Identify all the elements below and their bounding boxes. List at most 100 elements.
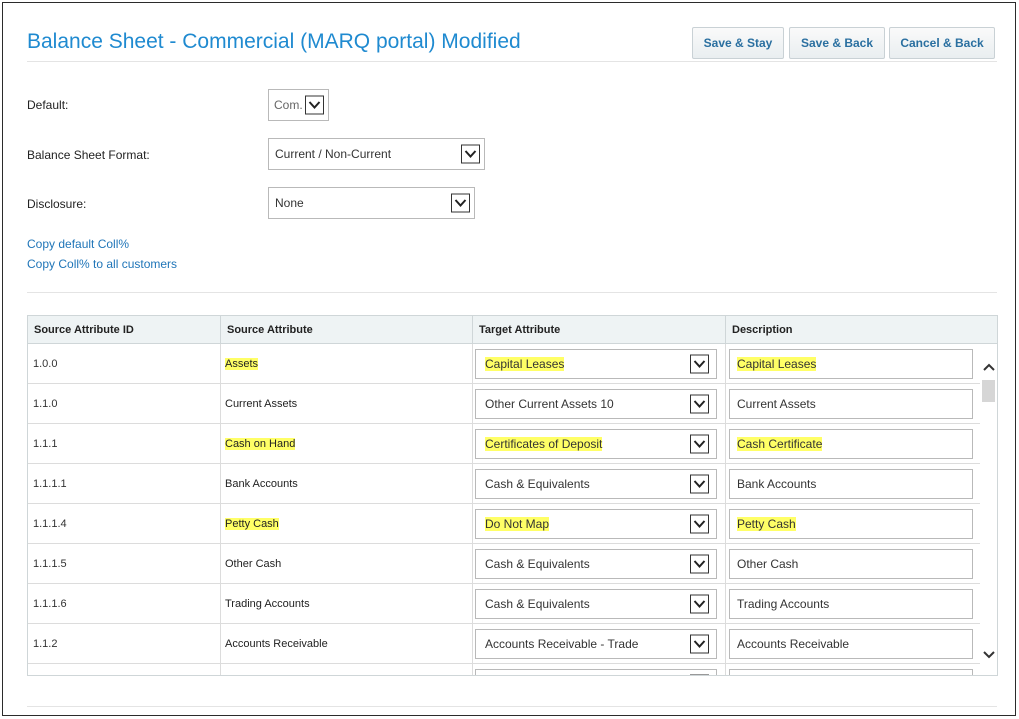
target-attribute-select[interactable]: Capital Leases [475, 349, 717, 379]
cell-source-attribute: Accounts Receivable [221, 624, 473, 664]
source-id-text: 1.1.1 [33, 438, 58, 450]
default-label: Default: [27, 98, 69, 112]
scroll-thumb[interactable] [982, 380, 995, 402]
target-attribute-select[interactable]: Other Current Assets 10 [475, 389, 717, 419]
cell-source-attribute: Other Cash [221, 544, 473, 584]
cell-description [726, 664, 980, 675]
table-row: 1.1.2 Accounts Receivable Accounts Receiva… [28, 624, 980, 664]
save-stay-button[interactable]: Save & Stay [692, 27, 784, 59]
source-id-text: 1.1.1.6 [33, 598, 67, 610]
target-attribute-select[interactable]: Cash & Equivalents [475, 589, 717, 619]
chevron-down-icon[interactable] [690, 394, 709, 414]
chevron-down-icon[interactable] [690, 434, 709, 454]
cell-description: Trading Accounts [726, 584, 980, 624]
chevron-down-icon[interactable] [690, 594, 709, 614]
column-header-target-attribute[interactable]: Target Attribute [473, 316, 726, 344]
chevron-down-icon[interactable] [690, 674, 709, 675]
cell-source-attribute: Cash on Hand [221, 424, 473, 464]
default-select[interactable]: Com. [268, 89, 329, 121]
save-back-button[interactable]: Save & Back [789, 27, 885, 59]
description-value: Trading Accounts [737, 597, 830, 611]
disclosure-select-value: None [275, 196, 304, 210]
chevron-down-icon[interactable] [690, 514, 709, 534]
description-input[interactable]: Current Assets [729, 389, 973, 419]
chevron-down-icon[interactable] [690, 634, 709, 654]
table-row: 1.1.1.5 Other Cash Cash & Equivalents Other… [28, 544, 980, 584]
chevron-up-icon[interactable] [981, 359, 996, 375]
disclosure-label: Disclosure: [27, 197, 87, 211]
source-id-text: 1.1.1.4 [33, 518, 67, 530]
column-header-description[interactable]: Description [726, 316, 997, 344]
source-attribute-text: Trading Accounts [225, 598, 310, 610]
cell-source-id: 1.1.1.5 [28, 544, 221, 584]
target-attribute-value: Cash & Equivalents [485, 557, 590, 571]
description-input[interactable]: Accounts Receivable [729, 629, 973, 659]
source-attribute-text: Petty Cash [225, 518, 279, 530]
cell-source-attribute: Assets [221, 344, 473, 384]
source-id-text: 1.1.2 [33, 638, 58, 650]
cell-target-attribute: Do Not Map [473, 504, 726, 544]
description-value: Capital Leases [737, 357, 817, 371]
description-input[interactable] [729, 669, 973, 675]
chevron-down-icon[interactable] [305, 95, 324, 115]
cell-source-id: 1.1.1.4 [28, 504, 221, 544]
cell-description: Current Assets [726, 384, 980, 424]
chevron-down-icon[interactable] [690, 474, 709, 494]
target-attribute-value: Capital Leases [485, 357, 565, 371]
cell-target-attribute: Cash & Equivalents [473, 584, 726, 624]
cell-description: Accounts Receivable [726, 624, 980, 664]
target-attribute-select[interactable]: Do Not Map [475, 509, 717, 539]
table-row: 1.0.0 Assets Capital Leases Capital Leases [28, 344, 980, 384]
source-id-text: 1.0.0 [33, 358, 58, 370]
description-input[interactable]: Petty Cash [729, 509, 973, 539]
chevron-down-icon[interactable] [981, 647, 996, 663]
target-attribute-value: Accounts Receivable - Trade [485, 637, 639, 651]
chevron-down-icon[interactable] [461, 144, 480, 164]
source-id-text: 1.1.0 [33, 398, 58, 410]
target-attribute-select[interactable]: Cash & Equivalents [475, 549, 717, 579]
column-header-source-id[interactable]: Source Attribute ID [28, 316, 221, 344]
default-select-value: Com. [274, 98, 303, 112]
column-header-source-attribute[interactable]: Source Attribute [221, 316, 473, 344]
mapping-table: Source Attribute ID Source Attribute Tar… [27, 315, 998, 676]
format-select-value: Current / Non-Current [275, 147, 392, 161]
description-input[interactable]: Trading Accounts [729, 589, 973, 619]
cell-description: Capital Leases [726, 344, 980, 384]
description-value: Other Cash [737, 557, 799, 571]
footer-divider [27, 706, 997, 707]
cell-description: Other Cash [726, 544, 980, 584]
cancel-back-button[interactable]: Cancel & Back [889, 27, 995, 59]
description-input[interactable]: Other Cash [729, 549, 973, 579]
cell-source-id [28, 664, 221, 675]
table-scrollbar[interactable] [980, 344, 997, 675]
cell-source-id: 1.1.0 [28, 384, 221, 424]
cell-target-attribute: Certificates of Deposit [473, 424, 726, 464]
format-select[interactable]: Current / Non-Current [268, 138, 485, 170]
copy-default-link[interactable]: Copy default Coll% [27, 237, 129, 251]
disclosure-select[interactable]: None [268, 187, 475, 219]
section-divider [27, 292, 997, 293]
description-value: Petty Cash [737, 517, 796, 531]
chevron-down-icon[interactable] [451, 193, 470, 213]
target-attribute-select[interactable] [475, 669, 717, 675]
format-label: Balance Sheet Format: [27, 148, 150, 162]
description-input[interactable]: Cash Certificate [729, 429, 973, 459]
chevron-down-icon[interactable] [690, 354, 709, 374]
description-input[interactable]: Capital Leases [729, 349, 973, 379]
cell-description: Petty Cash [726, 504, 980, 544]
cell-description: Cash Certificate [726, 424, 980, 464]
cell-target-attribute [473, 664, 726, 675]
target-attribute-select[interactable]: Accounts Receivable - Trade [475, 629, 717, 659]
page-title: Balance Sheet - Commercial (MARQ portal)… [27, 30, 521, 53]
cell-target-attribute: Capital Leases [473, 344, 726, 384]
source-id-text: 1.1.1.5 [33, 558, 67, 570]
source-id-text: 1.1.1.1 [33, 478, 67, 490]
chevron-down-icon[interactable] [690, 554, 709, 574]
copy-all-customers-link[interactable]: Copy Coll% to all customers [27, 257, 177, 271]
cell-target-attribute: Cash & Equivalents [473, 544, 726, 584]
cell-target-attribute: Other Current Assets 10 [473, 384, 726, 424]
target-attribute-select[interactable]: Certificates of Deposit [475, 429, 717, 459]
target-attribute-select[interactable]: Cash & Equivalents [475, 469, 717, 499]
cell-description: Bank Accounts [726, 464, 980, 504]
description-input[interactable]: Bank Accounts [729, 469, 973, 499]
